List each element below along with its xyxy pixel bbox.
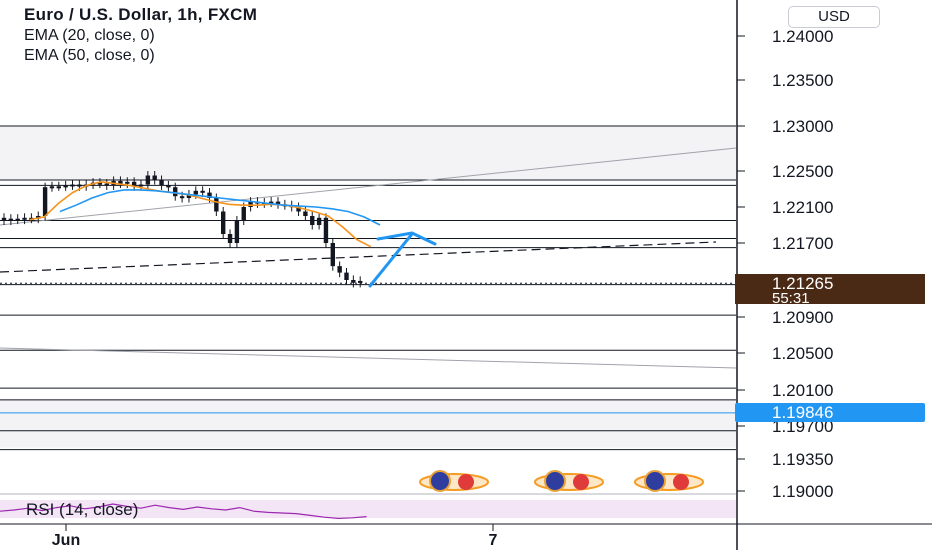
event-icons[interactable] — [419, 470, 704, 492]
candle-body — [104, 183, 109, 186]
candle-body — [316, 217, 322, 225]
candle-body — [351, 280, 356, 283]
candle-body — [159, 180, 164, 186]
rsi-legend[interactable]: RSI (14, close) — [26, 500, 138, 520]
candle-body — [337, 266, 342, 273]
zone-lower — [0, 399, 736, 448]
flag-icon — [429, 470, 451, 492]
candle-body — [234, 220, 240, 243]
zone-upper — [0, 126, 736, 180]
ema20-legend[interactable]: EMA (20, close, 0) — [24, 26, 257, 46]
last-price-countdown: 55:31 — [772, 290, 810, 307]
time-tick-label: Jun — [52, 532, 80, 549]
time-tick-label: 7 — [489, 532, 498, 549]
flag-icon — [573, 474, 589, 490]
currency-button[interactable]: USD — [788, 6, 880, 28]
candle-body — [145, 175, 151, 185]
candle-body — [241, 207, 246, 221]
candle-body — [1, 217, 7, 221]
candle-body — [166, 185, 171, 188]
last-price-label: 1.21265 55:31 — [735, 274, 925, 307]
ema50-legend[interactable]: EMA (50, close, 0) — [24, 46, 257, 66]
chart-canvas[interactable]: 1.24000 1.23500 1.23000 1.22500 1.22100 1.217… — [0, 0, 932, 550]
candle-body — [77, 184, 82, 187]
price-tick-label: 1.19000 — [772, 482, 833, 501]
candle-body — [214, 198, 219, 212]
candle-body — [173, 187, 178, 197]
candle-body — [221, 211, 226, 234]
price-tick-label: 1.22100 — [772, 198, 833, 217]
candle-body — [358, 280, 363, 283]
candle-body — [179, 196, 185, 199]
candle-body — [323, 217, 329, 243]
candle-body — [125, 181, 130, 184]
candle-body — [118, 180, 123, 184]
symbol-title[interactable]: Euro / U.S. Dollar, 1h, FXCM — [24, 4, 257, 26]
candle-body — [70, 184, 75, 187]
chart-legend: Euro / U.S. Dollar, 1h, FXCM EMA (20, cl… — [24, 4, 257, 66]
candle-body — [42, 187, 48, 216]
price-tick-label: 1.23000 — [772, 117, 833, 136]
candle-body — [8, 218, 14, 221]
flag-icon — [644, 470, 666, 492]
alert-price-value: 1.19846 — [772, 403, 833, 422]
candle-body — [56, 186, 61, 189]
price-tick-label: 1.24000 — [772, 27, 833, 46]
candle-body — [344, 272, 349, 280]
flag-icon — [673, 474, 689, 490]
price-tick-label: 1.22500 — [772, 162, 833, 181]
flag-icon — [458, 474, 474, 490]
price-tick-label: 1.23500 — [772, 71, 833, 90]
candle-body — [152, 175, 157, 180]
candle-body — [22, 217, 27, 220]
candle-body — [303, 211, 308, 216]
price-tick-label: 1.20900 — [772, 308, 833, 327]
candle-body — [15, 218, 20, 221]
alert-price-label[interactable]: 1.19846 — [735, 403, 925, 422]
candle-body — [310, 216, 315, 225]
candle-body — [193, 190, 198, 195]
candle-body — [63, 185, 68, 188]
flag-icon — [544, 470, 566, 492]
candle-body — [227, 234, 233, 243]
candle-body — [200, 190, 205, 193]
candle-body — [138, 184, 144, 187]
candle-body — [49, 186, 55, 189]
price-tick-label: 1.21700 — [772, 234, 833, 253]
price-tick-label: 1.19350 — [772, 450, 833, 469]
candle-body — [330, 243, 335, 267]
price-tick-label: 1.20100 — [772, 381, 833, 400]
price-tick-label: 1.20500 — [772, 344, 833, 363]
